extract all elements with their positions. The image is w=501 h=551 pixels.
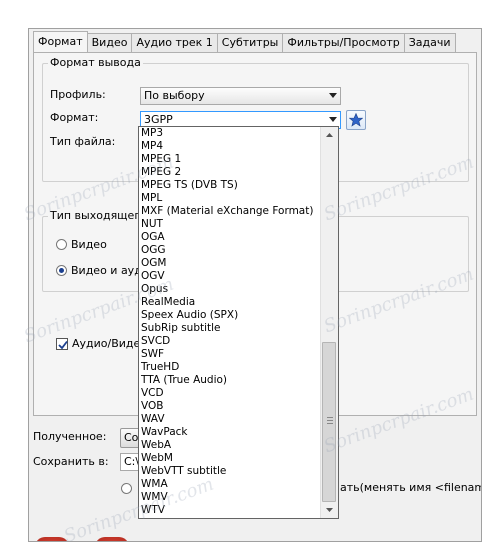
tab-subtitles[interactable]: Субтитры bbox=[216, 33, 284, 52]
star-icon bbox=[349, 113, 363, 127]
audio-video-label: Аудио/Видео bbox=[72, 337, 148, 350]
tab-filters-preview[interactable]: Фильтры/Просмотр bbox=[282, 33, 405, 52]
scroll-thumb[interactable] bbox=[322, 342, 336, 502]
app-icon[interactable] bbox=[35, 537, 69, 541]
format-option[interactable]: VCD bbox=[139, 387, 322, 400]
tab-format[interactable]: Формат bbox=[33, 31, 88, 52]
profile-value: По выбору bbox=[144, 89, 205, 102]
rename-radio[interactable] bbox=[121, 483, 132, 494]
file-type-label: Тип файла: bbox=[50, 135, 116, 148]
format-options: MP3 MP4 MPEG 1 MPEG 2 MPEG TS (DVB TS) MPL MXF… bbox=[139, 127, 322, 517]
format-option[interactable]: WebA bbox=[139, 439, 322, 452]
format-option[interactable]: MP3 bbox=[139, 127, 322, 140]
rename-text: ать(менять имя <filename bbox=[340, 481, 482, 494]
arrow-up-icon bbox=[326, 133, 333, 137]
format-value: 3GPP bbox=[144, 113, 173, 126]
tab-bar: Формат Видео Аудио трек 1 Субтитры Фильт… bbox=[33, 31, 456, 53]
format-option[interactable]: WebM bbox=[139, 452, 322, 465]
scroll-down-button[interactable] bbox=[321, 501, 338, 518]
format-option[interactable]: WMA bbox=[139, 478, 322, 491]
arrow-down-icon bbox=[326, 508, 333, 512]
grip-line bbox=[327, 417, 333, 418]
format-option[interactable]: MXF (Material eXchange Format) bbox=[139, 205, 322, 218]
tab-audio-track[interactable]: Аудио трек 1 bbox=[131, 33, 218, 52]
format-option[interactable]: Opus bbox=[139, 283, 322, 296]
format-option[interactable]: TrueHD bbox=[139, 361, 322, 374]
grip-line bbox=[327, 420, 333, 421]
save-to-label: Сохранить в: bbox=[33, 455, 109, 468]
format-option[interactable]: WAV bbox=[139, 413, 322, 426]
format-option[interactable]: WMV bbox=[139, 491, 322, 504]
chevron-down-icon bbox=[329, 93, 337, 98]
chevron-down-icon bbox=[329, 117, 337, 122]
app-icon[interactable] bbox=[95, 537, 129, 541]
format-option[interactable]: OGG bbox=[139, 244, 322, 257]
format-option[interactable]: OGM bbox=[139, 257, 322, 270]
video-only-label: Видео bbox=[71, 238, 107, 251]
profile-select[interactable]: По выбору bbox=[140, 87, 341, 105]
format-option[interactable]: RealMedia bbox=[139, 296, 322, 309]
favorite-button[interactable] bbox=[346, 110, 366, 130]
format-option[interactable]: MPEG 2 bbox=[139, 166, 322, 179]
dropdown-scrollbar[interactable] bbox=[320, 127, 338, 518]
format-option[interactable]: OGA bbox=[139, 231, 322, 244]
format-option[interactable]: OGV bbox=[139, 270, 322, 283]
output-format-legend: Формат вывода bbox=[48, 56, 143, 69]
audio-video-checkbox[interactable] bbox=[56, 338, 68, 350]
grip-line bbox=[327, 423, 333, 424]
tab-tasks[interactable]: Задачи bbox=[403, 33, 456, 52]
format-option[interactable]: MPL bbox=[139, 192, 322, 205]
format-option[interactable]: TTA (True Audio) bbox=[139, 374, 322, 387]
video-only-radio[interactable] bbox=[56, 239, 67, 250]
format-option[interactable]: WavPack bbox=[139, 426, 322, 439]
format-option[interactable]: VOB bbox=[139, 400, 322, 413]
format-option[interactable]: Speex Audio (SPX) bbox=[139, 309, 322, 322]
profile-label: Профиль: bbox=[50, 88, 106, 101]
format-option[interactable]: MP4 bbox=[139, 140, 322, 153]
format-option[interactable]: WTV bbox=[139, 504, 322, 517]
checkmark-icon bbox=[58, 340, 68, 350]
format-option[interactable]: MPEG TS (DVB TS) bbox=[139, 179, 322, 192]
format-dropdown-list: MP3 MP4 MPEG 1 MPEG 2 MPEG TS (DVB TS) MPL MXF… bbox=[138, 126, 339, 519]
format-option[interactable]: SWF bbox=[139, 348, 322, 361]
video-audio-radio[interactable] bbox=[56, 265, 67, 276]
format-option[interactable]: WebVTT subtitle bbox=[139, 465, 322, 478]
received-label: Полученное: bbox=[33, 430, 107, 443]
format-option[interactable]: MPEG 1 bbox=[139, 153, 322, 166]
format-option[interactable]: NUT bbox=[139, 218, 322, 231]
format-option[interactable]: SVCD bbox=[139, 335, 322, 348]
output-type-legend: Тип выходящего bbox=[48, 209, 149, 222]
format-option[interactable]: SubRip subtitle bbox=[139, 322, 322, 335]
scroll-up-button[interactable] bbox=[321, 127, 338, 144]
format-label: Формат: bbox=[50, 111, 99, 124]
tab-video[interactable]: Видео bbox=[86, 33, 133, 52]
